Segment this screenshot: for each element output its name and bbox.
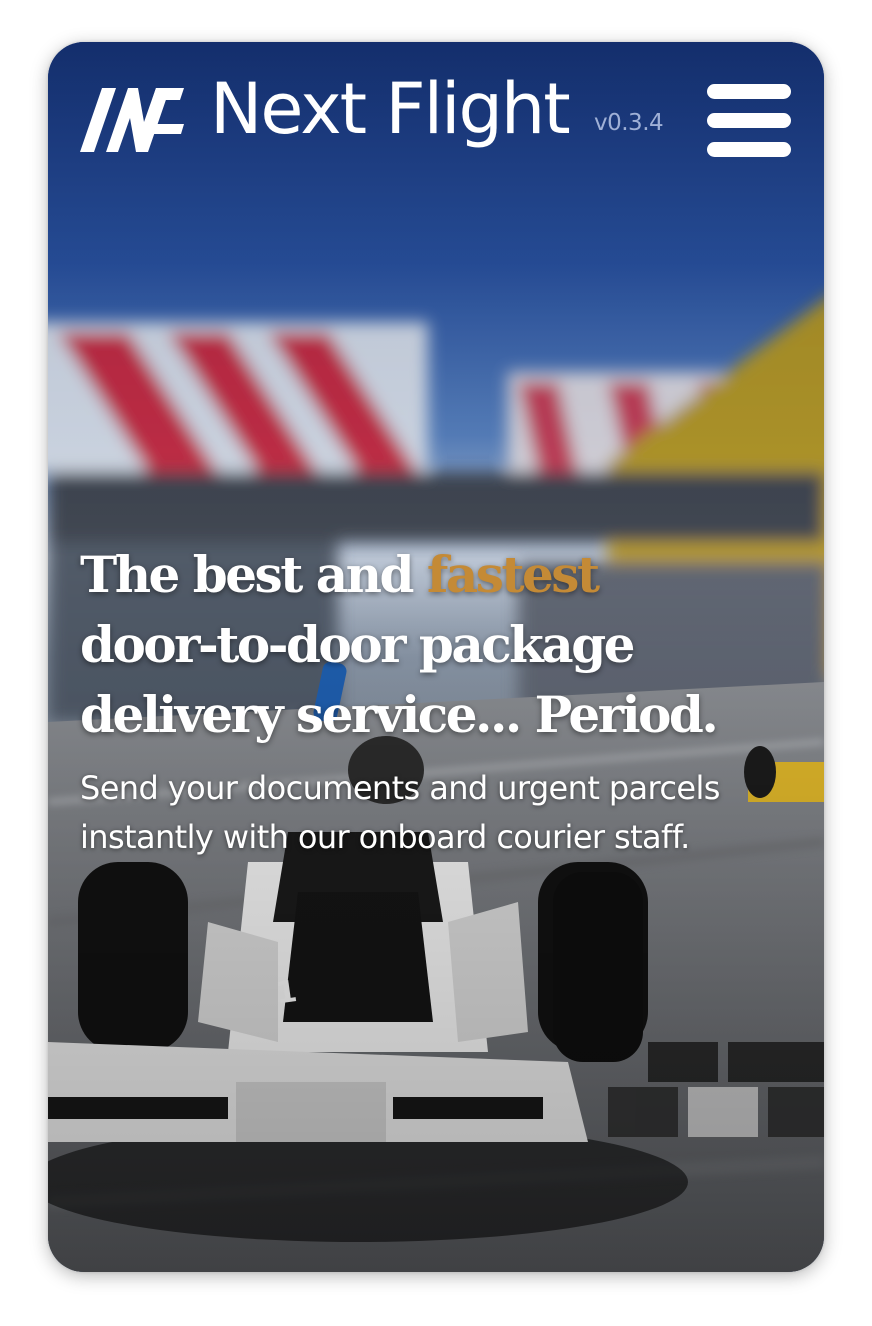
hamburger-menu-button[interactable] bbox=[704, 82, 794, 158]
headline-part1: The best and bbox=[80, 545, 427, 604]
headline-line3: delivery service... Period. bbox=[80, 685, 719, 744]
version-label: v0.3.4 bbox=[594, 110, 664, 136]
menu-icon-bar bbox=[707, 113, 791, 128]
app-screen: 1 Next Flight v0.3.4 The best and fastes… bbox=[48, 42, 824, 1272]
hero-headline: The best and fastest door-to-door packag… bbox=[80, 540, 810, 750]
hamburger-menu-icon bbox=[707, 84, 791, 99]
brand-name[interactable]: Next Flight bbox=[210, 74, 571, 144]
nf-logo-icon[interactable] bbox=[80, 84, 184, 154]
hero-section: The best and fastest door-to-door packag… bbox=[80, 540, 810, 862]
hero-subtext: Send your documents and urgent parcels i… bbox=[80, 769, 720, 856]
headline-accent-word: fastest bbox=[426, 545, 600, 604]
headline-line2: door-to-door package bbox=[80, 615, 635, 674]
top-app-bar: Next Flight v0.3.4 bbox=[48, 42, 824, 192]
menu-icon-bar bbox=[707, 142, 791, 157]
